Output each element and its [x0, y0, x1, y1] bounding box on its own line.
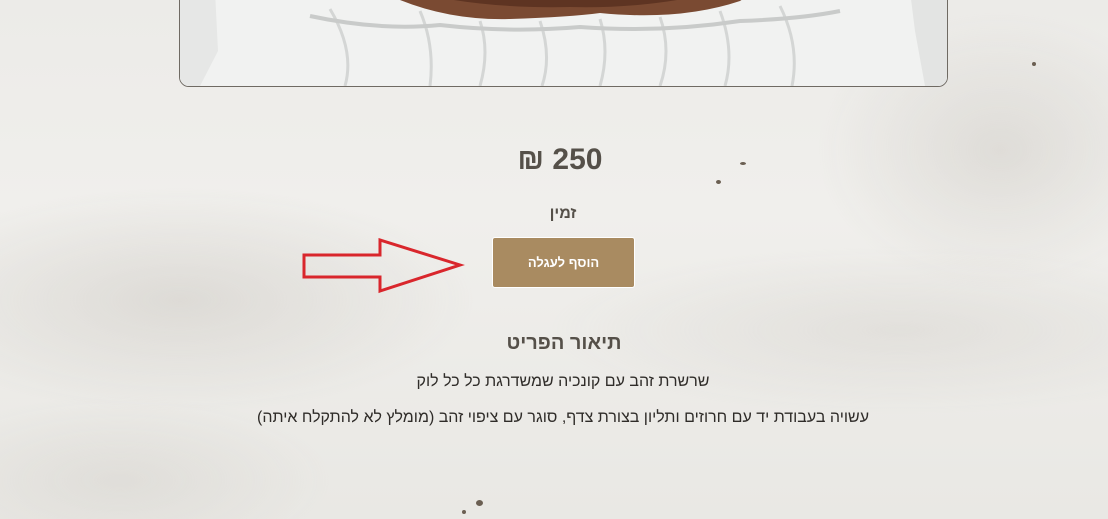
product-price: 250 ₪ [517, 143, 603, 176]
product-info: 250 ₪ זמין הוסף לעגלה תיאור הפריט שרשרת … [0, 0, 1108, 519]
stock-status: זמין [549, 205, 577, 222]
annotation-arrow-icon [302, 237, 465, 294]
description-line: שרשרת זהב עם קונכיה שמשדרגת כל כל לוק [416, 373, 710, 390]
description-title: תיאור הפריט [506, 332, 622, 354]
add-to-cart-button[interactable]: הוסף לעגלה [492, 237, 635, 288]
description-line: עשויה בעבודת יד עם חרוזים ותליון בצורת צ… [257, 409, 869, 426]
